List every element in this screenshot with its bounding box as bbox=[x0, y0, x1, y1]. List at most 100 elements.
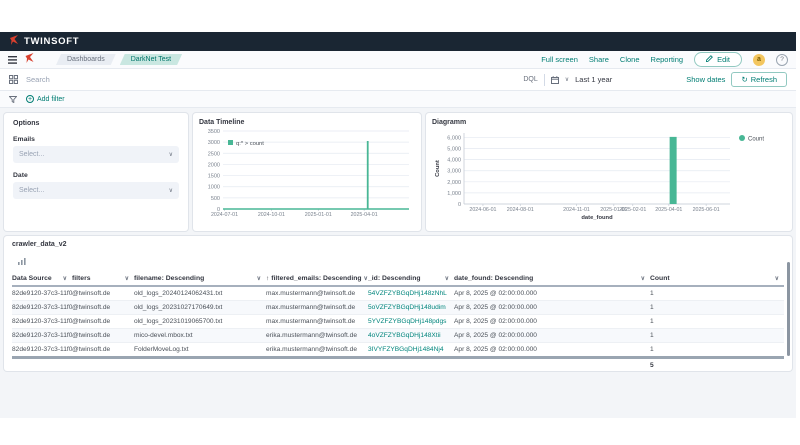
time-range-label[interactable]: Last 1 year bbox=[575, 75, 612, 84]
filter-icon[interactable] bbox=[9, 90, 17, 108]
nav-action-links: Full screen Share Clone Reporting bbox=[541, 55, 683, 64]
table-cell[interactable]: 3IVYFZYBGqDHj1484Nj4 bbox=[368, 343, 454, 358]
table-cell: @twinsoft.de bbox=[72, 343, 134, 358]
options-field: Emails Select...∨ bbox=[13, 136, 179, 163]
table-cell: erika.mustermann@twinsoft.de bbox=[266, 343, 368, 358]
table-cell: Apr 8, 2025 @ 02:00:00.000 bbox=[454, 343, 650, 358]
saved-query-icon[interactable] bbox=[9, 71, 18, 89]
select-value: Select... bbox=[19, 187, 44, 194]
column-header[interactable]: Data Source∨ bbox=[12, 272, 72, 286]
edit-button[interactable]: Edit bbox=[694, 52, 742, 67]
pencil-icon bbox=[706, 55, 713, 64]
column-header[interactable]: filename: Descending∨ bbox=[134, 272, 266, 286]
column-actions-icon[interactable]: ∨ bbox=[641, 275, 645, 282]
column-actions-icon[interactable]: ∨ bbox=[257, 275, 261, 282]
add-filter-button[interactable]: + Add filter bbox=[26, 95, 65, 103]
table-cell bbox=[266, 358, 368, 372]
column-actions-icon[interactable]: ∨ bbox=[63, 275, 67, 282]
options-panel: Options EmailsSelect...∨DateSelect...∨ bbox=[4, 113, 188, 231]
table-cell bbox=[368, 358, 454, 372]
nav-action-share[interactable]: Share bbox=[589, 55, 609, 64]
field-label: Emails bbox=[13, 136, 179, 143]
help-icon[interactable]: ? bbox=[776, 54, 788, 66]
date-select[interactable]: Select...∨ bbox=[13, 182, 179, 199]
svg-text:2,000: 2,000 bbox=[447, 180, 461, 186]
menu-button[interactable] bbox=[8, 56, 17, 64]
table-cell: max.mustermann@twinsoft.de bbox=[266, 315, 368, 329]
diagramm-title: Diagramm bbox=[432, 119, 786, 126]
table-cell: Apr 8, 2025 @ 02:00:00.000 bbox=[454, 329, 650, 343]
options-title: Options bbox=[13, 120, 179, 127]
svg-text:2025-04-01: 2025-04-01 bbox=[351, 212, 378, 218]
data-timeline-panel: Data Timeline 05001000150020002500300035… bbox=[193, 113, 421, 231]
svg-text:5,000: 5,000 bbox=[447, 147, 461, 153]
table-cell: old_logs_20231027170649.txt bbox=[134, 301, 266, 315]
table-cell bbox=[72, 358, 134, 372]
table-cell: 1 bbox=[650, 301, 784, 315]
column-actions-icon[interactable]: ∨ bbox=[445, 275, 449, 282]
table-cell: 82de9120-37c3-11f0-a bbox=[12, 286, 72, 301]
table-cell: old_logs_20231019065700.txt bbox=[134, 315, 266, 329]
column-actions-icon[interactable]: ∨ bbox=[125, 275, 129, 282]
column-header[interactable]: date_found: Descending∨ bbox=[454, 272, 650, 286]
dashboard-app: TWINSOFT DashboardsDarkNet Test Full scr… bbox=[0, 32, 796, 418]
svg-text:Count: Count bbox=[435, 160, 441, 177]
top-nav: Dashboards DarkNet Test Full screen Share C… bbox=[0, 51, 796, 69]
column-header[interactable]: Count∨ bbox=[650, 272, 784, 286]
breadcrumb-item[interactable]: DarkNet Test bbox=[120, 54, 182, 65]
nav-action-reporting[interactable]: Reporting bbox=[651, 55, 684, 64]
table-cell: 1 bbox=[650, 286, 784, 301]
calendar-icon[interactable] bbox=[551, 71, 559, 89]
svg-text:2025-04-01: 2025-04-01 bbox=[655, 207, 682, 213]
table-cell: @twinsoft.de bbox=[72, 286, 134, 301]
table-cell: 1 bbox=[650, 329, 784, 343]
svg-text:1000: 1000 bbox=[208, 185, 220, 191]
nav-action-clone[interactable]: Clone bbox=[620, 55, 640, 64]
avatar[interactable]: a bbox=[753, 54, 765, 66]
svg-text:2024-08-01: 2024-08-01 bbox=[507, 207, 534, 213]
query-language-button[interactable]: DQL bbox=[523, 76, 537, 83]
svg-text:2024-11-01: 2024-11-01 bbox=[563, 207, 590, 213]
divider bbox=[544, 74, 545, 86]
data-timeline-chart[interactable]: 05001000150020002500300035002024-07-0120… bbox=[199, 126, 413, 221]
table-cell[interactable]: 54VZFZYBGqDHj148zNhL bbox=[368, 286, 454, 301]
table-cell: 82de9120-37c3-11f0-a bbox=[12, 329, 72, 343]
table-cell: Apr 8, 2025 @ 02:00:00.000 bbox=[454, 286, 650, 301]
table-cell: @twinsoft.de bbox=[72, 315, 134, 329]
svg-text:500: 500 bbox=[211, 196, 220, 202]
table-cell[interactable]: 5oVZFZYBGqDHj148udim bbox=[368, 301, 454, 315]
query-bar: DQL ∨ Last 1 year Show dates ↻ Refresh bbox=[0, 69, 796, 91]
table-row: 82de9120-37c3-11f0-a@twinsoft.deFolderMo… bbox=[12, 343, 784, 358]
svg-text:2024-06-01: 2024-06-01 bbox=[469, 207, 496, 213]
diagramm-chart[interactable]: 01,0002,0003,0004,0005,0006,0002024-06-0… bbox=[432, 126, 786, 221]
svg-text:2025-01-01: 2025-01-01 bbox=[305, 212, 332, 218]
emails-select[interactable]: Select...∨ bbox=[13, 146, 179, 163]
show-dates-button[interactable]: Show dates bbox=[686, 75, 725, 84]
table-cell bbox=[454, 358, 650, 372]
search-input[interactable] bbox=[24, 74, 517, 85]
nav-action-full-screen[interactable]: Full screen bbox=[541, 55, 578, 64]
table-cell bbox=[12, 358, 72, 372]
svg-text:1500: 1500 bbox=[208, 174, 220, 180]
refresh-label: Refresh bbox=[751, 75, 777, 84]
table-cell[interactable]: 4oVZFZYBGqDHj148Xtii bbox=[368, 329, 454, 343]
column-header[interactable]: filters∨ bbox=[72, 272, 134, 286]
breadcrumb-item[interactable]: Dashboards bbox=[56, 54, 116, 65]
sort-bars-icon[interactable] bbox=[18, 252, 26, 270]
sort-asc-icon: ↑ bbox=[266, 275, 269, 282]
svg-text:2025-02-01: 2025-02-01 bbox=[619, 207, 646, 213]
svg-text:4,000: 4,000 bbox=[447, 158, 461, 164]
table-row: 82de9120-37c3-11f0-a@twinsoft.demico-dev… bbox=[12, 329, 784, 343]
table-cell[interactable]: 5YVZFZYBGqDHj148pdgs bbox=[368, 315, 454, 329]
options-fields: EmailsSelect...∨DateSelect...∨ bbox=[13, 136, 179, 199]
svg-text:6,000: 6,000 bbox=[447, 135, 461, 141]
column-header[interactable]: _id: Descending∨ bbox=[368, 272, 454, 286]
column-actions-icon[interactable]: ∨ bbox=[775, 275, 779, 282]
column-header[interactable]: ↑filtered_emails: Descending∨ bbox=[266, 272, 368, 286]
dashboard-content: Options EmailsSelect...∨DateSelect...∨ D… bbox=[0, 108, 796, 418]
refresh-button[interactable]: ↻ Refresh bbox=[731, 72, 787, 87]
svg-text:2024-10-01: 2024-10-01 bbox=[258, 212, 285, 218]
table-cell: mico-devel.mbox.txt bbox=[134, 329, 266, 343]
svg-text:1,000: 1,000 bbox=[447, 191, 461, 197]
vertical-scrollbar[interactable] bbox=[787, 262, 790, 356]
